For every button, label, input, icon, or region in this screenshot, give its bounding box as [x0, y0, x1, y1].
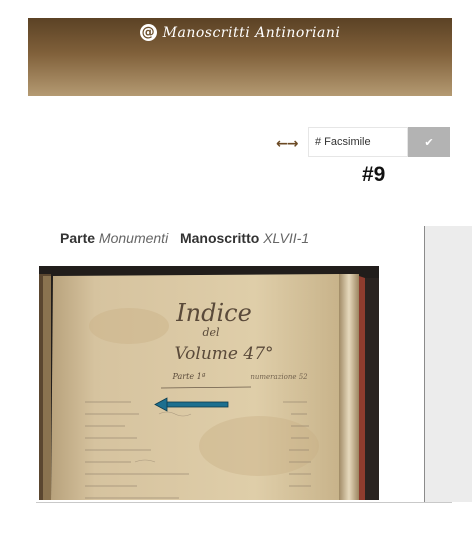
parte-label: Parte [60, 230, 96, 246]
facsimile-parte: Parte 1ª [172, 372, 206, 381]
facsimile-page-svg: Indice del Volume 47° Parte 1ª numerazio… [39, 266, 379, 500]
site-brand[interactable]: @ Manoscritti Antinoriani [28, 24, 452, 41]
divider [36, 502, 452, 503]
manoscritto-value: XLVII-1 [263, 230, 310, 246]
facsimile-volume: Volume 47° [174, 344, 273, 364]
page-number: #9 [362, 163, 386, 186]
facsimile-title-del: del [202, 326, 220, 339]
parte-value: Monumenti [98, 230, 169, 246]
manoscritto-label: Manoscritto [179, 230, 260, 246]
transcription-panel [424, 226, 472, 502]
site-title[interactable]: Manoscritti Antinoriani [163, 25, 341, 41]
facsimile-title: Indice [175, 299, 252, 327]
search-submit-button[interactable]: ✔ [408, 127, 450, 157]
facsimile-search-input[interactable] [308, 127, 408, 157]
logo-at-icon: @ [139, 24, 157, 41]
facsimile-image[interactable]: Indice del Volume 47° Parte 1ª numerazio… [39, 266, 379, 500]
manuscript-meta: Parte Monumenti Manoscritto XLVII-1 [60, 230, 309, 246]
prev-next-arrows-icon[interactable]: ←→ [276, 136, 298, 152]
facsimile-note: numerazione 52 [250, 373, 308, 381]
checkmark-icon: ✔ [424, 135, 434, 149]
site-header: @ Manoscritti Antinoriani [28, 18, 452, 96]
